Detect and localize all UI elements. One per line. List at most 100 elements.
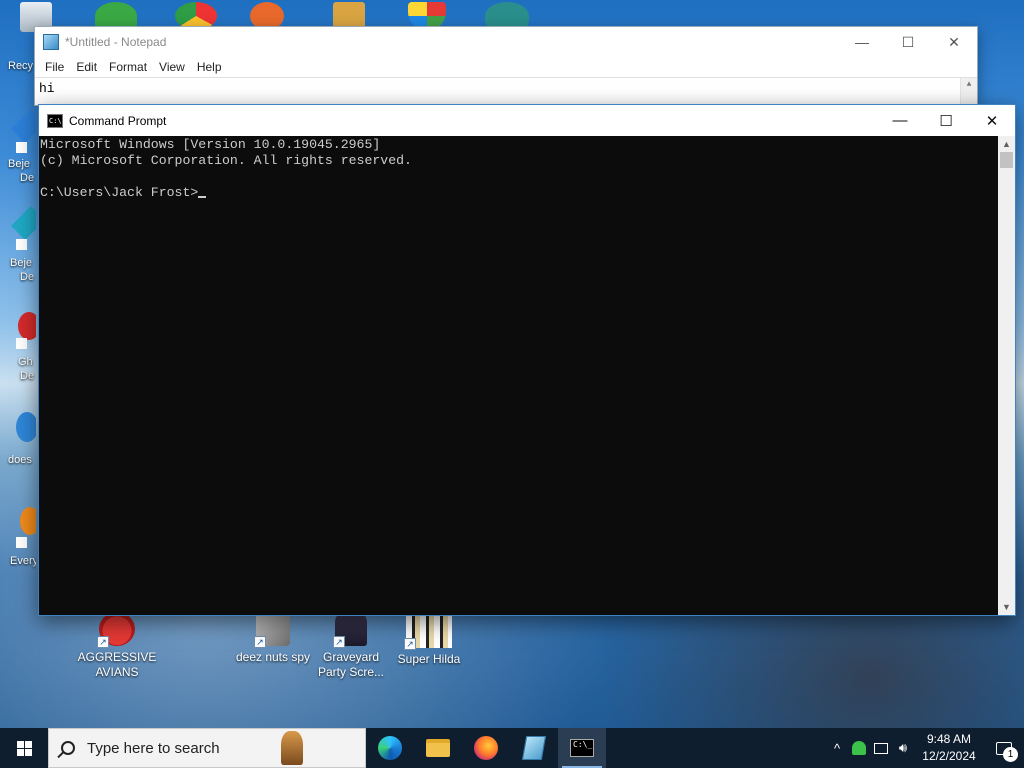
command-prompt-window[interactable]: C:\ Command Prompt — ☐ ✕ Microsoft Windo… bbox=[38, 104, 1016, 616]
scroll-up-icon[interactable]: ▲ bbox=[998, 136, 1015, 152]
volume-icon[interactable]: 🔊︎ bbox=[892, 728, 914, 768]
cmd-console[interactable]: Microsoft Windows [Version 10.0.19045.29… bbox=[39, 136, 998, 615]
windows-logo-icon bbox=[16, 740, 32, 756]
shortcut-label: does bbox=[8, 454, 32, 466]
desktop-icon-graveyard-party[interactable]: ↗ Graveyard Party Scre... bbox=[311, 612, 391, 680]
menu-file[interactable]: File bbox=[39, 60, 70, 74]
scroll-down-icon[interactable]: ▼ bbox=[998, 599, 1015, 615]
menu-help[interactable]: Help bbox=[191, 60, 228, 74]
notepad-text-area[interactable]: hi ▲ bbox=[35, 77, 977, 105]
shortcut-label: Beje bbox=[10, 257, 33, 269]
command-prompt-icon: C:\_ bbox=[570, 739, 594, 757]
cmd-minimize-button[interactable]: — bbox=[877, 105, 923, 136]
taskbar-notepad[interactable] bbox=[510, 728, 558, 768]
console-prompt-line: C:\Users\Jack Frost> bbox=[40, 185, 997, 201]
shortcut-arrow-icon: ↗ bbox=[254, 636, 266, 648]
recycle-bin-label: Recy bbox=[8, 60, 34, 72]
cmd-titlebar[interactable]: C:\ Command Prompt — ☐ ✕ bbox=[39, 105, 1015, 136]
desktop-icon-label: Graveyard Party Scre... bbox=[317, 650, 385, 679]
pixel-game-icon: ↗ bbox=[404, 612, 452, 650]
notepad-titlebar[interactable]: *Untitled - Notepad — ☐ ✕ bbox=[35, 27, 977, 57]
shortcut-arrow-icon bbox=[16, 537, 27, 548]
search-box[interactable]: Type here to search bbox=[48, 728, 366, 768]
app-icon[interactable] bbox=[20, 507, 36, 535]
shortcut-label: Every bbox=[10, 555, 36, 567]
taskbar-firefox[interactable] bbox=[462, 728, 510, 768]
menu-format[interactable]: Format bbox=[103, 60, 153, 74]
start-button[interactable] bbox=[0, 728, 48, 768]
taskbar-edge[interactable] bbox=[366, 728, 414, 768]
console-line: Microsoft Windows [Version 10.0.19045.29… bbox=[40, 137, 381, 152]
scroll-up-icon[interactable]: ▲ bbox=[967, 80, 972, 89]
console-line: (c) Microsoft Corporation. All rights re… bbox=[40, 153, 412, 168]
app-icon: ↗ bbox=[254, 612, 290, 648]
action-center-button[interactable]: 1 bbox=[984, 728, 1024, 768]
app-icon[interactable] bbox=[16, 412, 36, 442]
taskbar: Type here to search C:\_ ^ 🔊︎ 9:48 AM 12… bbox=[0, 728, 1024, 768]
notepad-minimize-button[interactable]: — bbox=[839, 27, 885, 57]
shortcut-arrow-icon: ↗ bbox=[97, 636, 109, 648]
shortcut-label: Gh bbox=[18, 356, 33, 368]
notification-count-badge: 1 bbox=[1003, 747, 1018, 762]
shortcut-arrow-icon bbox=[16, 338, 27, 349]
notepad-close-button[interactable]: ✕ bbox=[931, 27, 977, 57]
menu-view[interactable]: View bbox=[153, 60, 191, 74]
notepad-menubar: File Edit Format View Help bbox=[35, 57, 977, 77]
system-tray: ^ 🔊︎ 9:48 AM 12/2/2024 1 bbox=[826, 728, 1024, 768]
console-line: ​ bbox=[40, 169, 997, 185]
menu-edit[interactable]: Edit bbox=[70, 60, 103, 74]
does-shortcut: does bbox=[0, 408, 36, 472]
shortcut-label: De bbox=[20, 172, 35, 184]
shortcut-label: De bbox=[20, 370, 35, 382]
firefox-icon bbox=[474, 736, 498, 760]
shortcut-arrow-icon bbox=[16, 239, 27, 250]
clock[interactable]: 9:48 AM 12/2/2024 bbox=[914, 731, 984, 765]
bejeweled-deluxe-shortcut: Beje De bbox=[0, 205, 36, 285]
console-prompt: C:\Users\Jack Frost> bbox=[40, 185, 199, 200]
desktop-icon-label: Super Hilda bbox=[397, 652, 461, 666]
desktop-icon-super-hilda[interactable]: ↗ Super Hilda bbox=[389, 612, 469, 667]
angry-bird-icon: ↗ bbox=[97, 612, 135, 648]
ghost-shortcut: Gh De bbox=[0, 308, 36, 388]
search-icon bbox=[61, 741, 75, 755]
notepad-icon bbox=[521, 736, 547, 760]
cmd-close-button[interactable]: ✕ bbox=[969, 105, 1015, 136]
bejeweled-shortcut: Beje De bbox=[0, 108, 36, 188]
desktop-icon-label: AGGRESSIVE AVIANS bbox=[77, 650, 157, 679]
shortcut-label: De bbox=[20, 271, 35, 283]
shortcut-arrow-icon: ↗ bbox=[404, 638, 416, 650]
clock-time: 9:48 AM bbox=[926, 732, 972, 746]
gem-icon[interactable] bbox=[11, 206, 36, 240]
search-highlight-icon bbox=[281, 731, 303, 765]
scrollbar-thumb[interactable] bbox=[1000, 152, 1013, 168]
gem-icon[interactable] bbox=[11, 109, 36, 143]
left-icon-column: Recy bbox=[0, 8, 36, 88]
shortcut-label: Beje bbox=[8, 158, 31, 170]
text-cursor bbox=[198, 196, 207, 198]
notepad-scrollbar[interactable]: ▲ bbox=[960, 78, 977, 105]
notepad-content: hi bbox=[39, 81, 55, 96]
ghost-icon[interactable] bbox=[18, 312, 36, 340]
search-placeholder: Type here to search bbox=[87, 739, 220, 757]
notepad-window[interactable]: *Untitled - Notepad — ☐ ✕ File Edit Form… bbox=[34, 26, 978, 106]
people-tray-icon[interactable] bbox=[848, 728, 870, 768]
graveyard-icon: ↗ bbox=[333, 612, 367, 648]
edge-icon bbox=[378, 736, 402, 760]
cmd-maximize-button[interactable]: ☐ bbox=[923, 105, 969, 136]
desktop-icon-deez-nuts-spy[interactable]: ↗ deez nuts spy bbox=[233, 612, 313, 665]
everything-shortcut: Every bbox=[0, 505, 36, 571]
taskbar-command-prompt[interactable]: C:\_ bbox=[558, 728, 606, 768]
notepad-app-icon bbox=[43, 34, 59, 50]
clock-date: 12/2/2024 bbox=[922, 749, 976, 763]
cmd-app-icon: C:\ bbox=[47, 113, 63, 128]
taskbar-file-explorer[interactable] bbox=[414, 728, 462, 768]
desktop-icon-aggressive-avians[interactable]: ↗ AGGRESSIVE AVIANS bbox=[77, 612, 157, 680]
notepad-title: *Untitled - Notepad bbox=[65, 35, 167, 49]
show-hidden-icons-chevron-icon[interactable]: ^ bbox=[826, 728, 848, 768]
network-icon[interactable] bbox=[870, 728, 892, 768]
notepad-maximize-button[interactable]: ☐ bbox=[885, 27, 931, 57]
shortcut-arrow-icon bbox=[16, 142, 27, 153]
file-explorer-icon bbox=[426, 739, 450, 757]
shortcut-arrow-icon: ↗ bbox=[333, 636, 345, 648]
cmd-scrollbar[interactable]: ▲ ▼ bbox=[998, 136, 1015, 615]
